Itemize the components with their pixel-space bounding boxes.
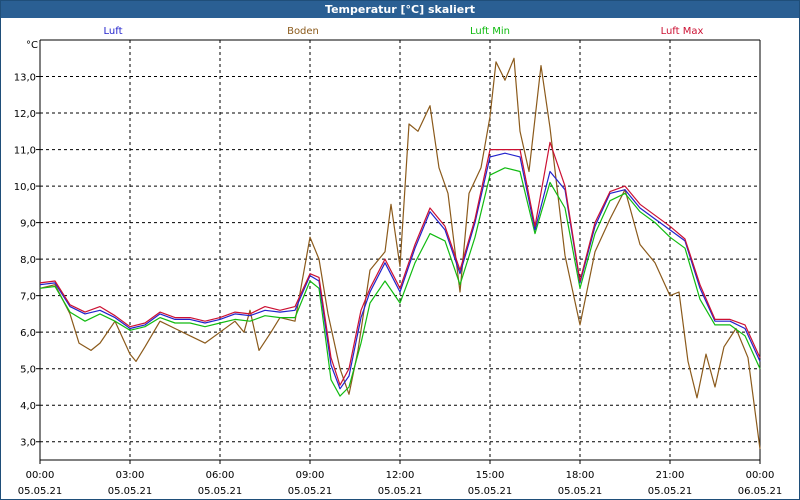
x-tick-date: 05.05.21 bbox=[198, 486, 243, 497]
y-axis-unit: °C bbox=[26, 40, 38, 51]
x-tick-time: 12:00 bbox=[386, 470, 415, 481]
x-tick-time: 15:00 bbox=[476, 470, 505, 481]
y-tick-label: 8,0 bbox=[20, 255, 36, 266]
x-tick-date: 05.05.21 bbox=[468, 486, 513, 497]
y-tick-label: 9,0 bbox=[20, 219, 36, 230]
x-tick-time: 18:00 bbox=[566, 470, 595, 481]
y-tick-label: 12,0 bbox=[14, 109, 36, 120]
y-tick-label: 3,0 bbox=[20, 438, 36, 449]
y-tick-label: 13,0 bbox=[14, 73, 36, 84]
x-tick-time: 03:00 bbox=[116, 470, 145, 481]
legend: Luft Boden Luft Min Luft Max bbox=[104, 26, 704, 37]
y-tick-label: 7,0 bbox=[20, 292, 36, 303]
x-tick-date: 06.05.21 bbox=[738, 486, 783, 497]
legend-luft-min: Luft Min bbox=[470, 26, 510, 37]
y-tick-label: 6,0 bbox=[20, 328, 36, 339]
x-tick-date: 05.05.21 bbox=[288, 486, 333, 497]
y-tick-label: 10,0 bbox=[14, 182, 36, 193]
x-tick-date: 05.05.21 bbox=[558, 486, 603, 497]
x-tick-time: 00:00 bbox=[26, 470, 55, 481]
x-tick-time: 06:00 bbox=[206, 470, 235, 481]
x-tick-date: 05.05.21 bbox=[108, 486, 153, 497]
x-tick-date: 05.05.21 bbox=[378, 486, 423, 497]
x-tick-time: 09:00 bbox=[296, 470, 325, 481]
legend-luft-max: Luft Max bbox=[661, 26, 704, 37]
y-tick-label: 4,0 bbox=[20, 401, 36, 412]
grid bbox=[40, 40, 760, 460]
x-tick-time: 21:00 bbox=[656, 470, 685, 481]
y-tick-label: 5,0 bbox=[20, 365, 36, 376]
x-tick-time: 00:00 bbox=[746, 470, 775, 481]
temperature-chart: Luft Boden Luft Min Luft Max °C 3,0 4,0 5,… bbox=[14, 26, 783, 497]
legend-boden: Boden bbox=[287, 26, 319, 37]
x-tick-date: 05.05.21 bbox=[648, 486, 693, 497]
legend-luft: Luft bbox=[104, 26, 123, 37]
x-tick-date: 05.05.21 bbox=[18, 486, 63, 497]
y-tick-label: 11,0 bbox=[14, 146, 36, 157]
